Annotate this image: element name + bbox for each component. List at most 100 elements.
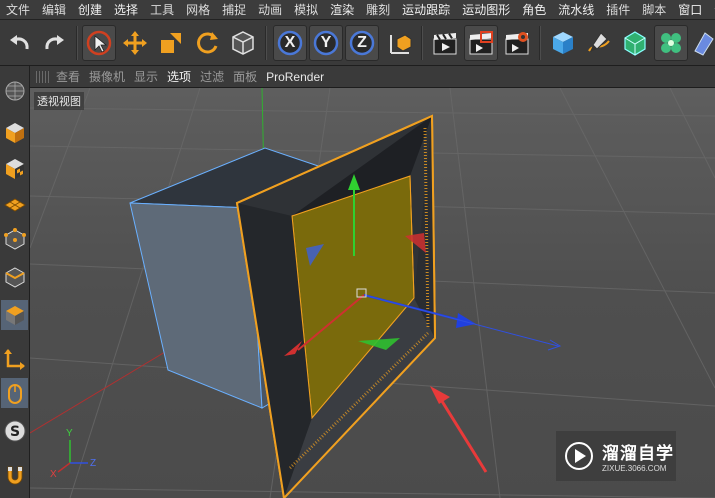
subdivision-icon [624, 31, 646, 56]
menu-plugins[interactable]: 插件 [600, 0, 636, 20]
scale-icon [161, 33, 181, 53]
annotation-arrow [430, 386, 488, 473]
add-cube-button[interactable] [546, 25, 580, 61]
polygons-mode-button[interactable] [1, 300, 28, 330]
axis-mode-button[interactable] [1, 344, 28, 374]
rotate-tool-button[interactable] [190, 25, 224, 61]
redo-icon [45, 35, 64, 50]
menu-render[interactable]: 渲染 [324, 0, 360, 20]
viewport-menu-prorender[interactable]: ProRender [266, 70, 333, 84]
menu-help[interactable]: 帮 [708, 0, 715, 20]
menu-script[interactable]: 脚本 [636, 0, 672, 20]
toolbar-separator [539, 26, 541, 60]
points-mode-button[interactable] [1, 224, 28, 254]
pen-spline-button[interactable] [582, 25, 616, 61]
cube-icon [553, 32, 573, 54]
viewport-menu-filter[interactable]: 过滤 [200, 68, 233, 85]
pen-icon [588, 32, 610, 52]
polygons-cube-icon [5, 306, 24, 325]
cube-outline-icon [232, 31, 254, 55]
toolbar-separator [76, 26, 78, 60]
workplane-mode-button[interactable] [1, 188, 28, 218]
watermark-url: ZIXUE.3066.COM [602, 464, 667, 473]
menu-file[interactable]: 文件 [0, 0, 36, 20]
live-selection-button[interactable] [82, 25, 116, 61]
clapperboard-icon [433, 33, 457, 55]
coordinate-system-icon [390, 34, 412, 54]
y-axis-label: Y [320, 34, 332, 51]
panel-grip[interactable] [36, 70, 50, 83]
toolbar-separator [265, 26, 267, 60]
menu-character[interactable]: 角色 [516, 0, 552, 20]
mouse-icon [7, 384, 22, 404]
snap-s-icon: S [4, 420, 25, 442]
menu-window[interactable]: 窗口 [672, 0, 708, 20]
menu-sculpt[interactable]: 雕刻 [360, 0, 396, 20]
play-logo-icon [565, 442, 593, 470]
viewport-menu-cameras[interactable]: 摄像机 [89, 68, 134, 85]
menu-pipeline[interactable]: 流水线 [552, 0, 600, 20]
points-cube-icon [3, 228, 26, 250]
make-editable-button[interactable] [1, 70, 28, 108]
menu-bar: 文件 编辑 创建 选择 工具 网格 捕捉 动画 模拟 渲染 雕刻 运动跟踪 运动… [0, 0, 715, 20]
menu-simulate[interactable]: 模拟 [288, 0, 324, 20]
render-view-button[interactable] [428, 25, 462, 61]
grid-plane-icon [3, 198, 26, 212]
live-selection-icon [86, 30, 112, 56]
z-axis-lock-button[interactable]: Z [345, 25, 379, 61]
edges-cube-icon [5, 267, 24, 288]
snapping-button[interactable]: S [1, 416, 28, 446]
render-region-button[interactable] [464, 25, 498, 61]
viewport-menu-panel[interactable]: 面板 [233, 68, 266, 85]
menu-snap[interactable]: 捕捉 [216, 0, 252, 20]
axis-indicator-x-label: X [50, 469, 57, 480]
z-axis-label: Z [357, 34, 367, 51]
axis-indicator-y-label: Y [66, 428, 73, 439]
svg-text:S: S [9, 424, 19, 440]
texture-mode-button[interactable] [1, 154, 28, 184]
undo-icon [10, 35, 29, 50]
render-region-icon [469, 31, 493, 55]
y-axis-lock-button[interactable]: Y [309, 25, 343, 61]
enable-snap-button[interactable] [1, 460, 28, 490]
move-tool-button[interactable] [118, 25, 152, 61]
viewport-menu-view[interactable]: 查看 [56, 68, 89, 85]
edges-mode-button[interactable] [1, 262, 28, 292]
tweak-mode-button[interactable] [1, 378, 28, 408]
menu-animate[interactable]: 动画 [252, 0, 288, 20]
viewport-menu-display[interactable]: 显示 [134, 68, 167, 85]
render-settings-button[interactable] [500, 25, 534, 61]
deformer-button[interactable] [690, 25, 715, 61]
coordinate-system-button[interactable] [382, 25, 416, 61]
menu-create[interactable]: 创建 [72, 0, 108, 20]
redo-button[interactable] [37, 25, 71, 61]
x-axis-lock-button[interactable]: X [273, 25, 307, 61]
menu-tools[interactable]: 工具 [144, 0, 180, 20]
cloner-button[interactable] [654, 25, 688, 61]
deformer-icon [693, 32, 714, 56]
magnet-icon [7, 466, 22, 485]
watermark-badge: 溜溜自学 ZIXUE.3066.COM [556, 431, 676, 481]
x-axis-label: X [284, 34, 296, 51]
menu-mograph[interactable]: 运动图形 [456, 0, 516, 20]
subdivision-surface-button[interactable] [618, 25, 652, 61]
menu-motion-tracker[interactable]: 运动跟踪 [396, 0, 456, 20]
checker-cube-icon [5, 159, 24, 179]
perspective-viewport[interactable]: 透视视图 Y Z X 溜溜自学 ZIXUE.3066.COM [30, 88, 715, 498]
undo-button[interactable] [3, 25, 37, 61]
viewport-menu-bar: 查看 摄像机 显示 选项 过滤 面板 ProRender [30, 66, 715, 88]
cloner-icon [661, 33, 681, 53]
model-mode-button[interactable] [1, 118, 28, 148]
rotate-icon [197, 32, 218, 54]
viewport-label: 透视视图 [34, 92, 84, 110]
menu-mesh[interactable]: 网格 [180, 0, 216, 20]
axis-mode-icon [3, 349, 25, 370]
viewport-menu-options[interactable]: 选项 [167, 68, 200, 85]
scale-tool-button[interactable] [154, 25, 188, 61]
menu-select[interactable]: 选择 [108, 0, 144, 20]
sphere-wireframe-icon [5, 81, 24, 101]
recent-tools-button[interactable] [226, 25, 260, 61]
render-settings-icon [505, 32, 529, 55]
left-tool-palette: S [0, 66, 30, 498]
menu-edit[interactable]: 编辑 [36, 0, 72, 20]
